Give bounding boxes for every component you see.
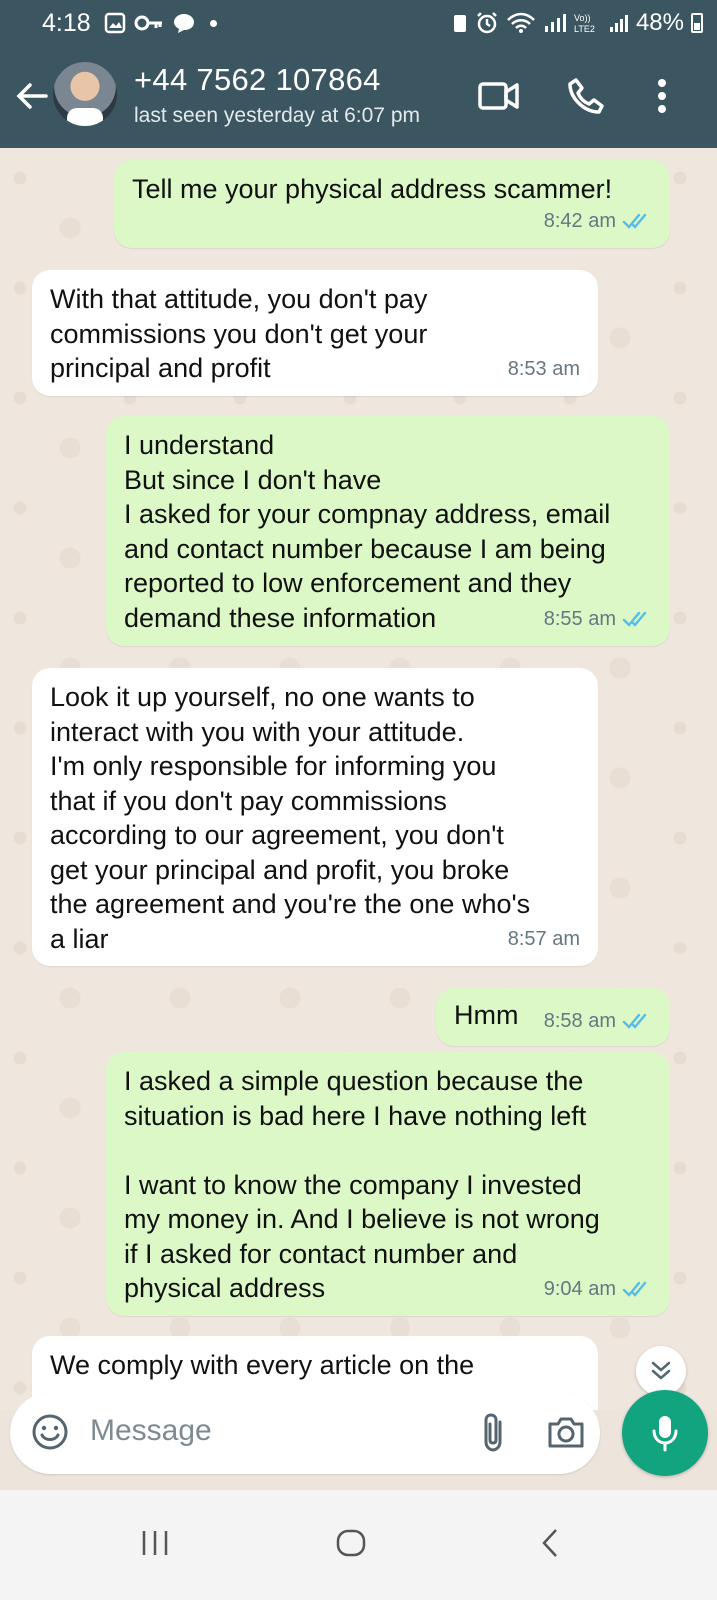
message-time: 8:42 am (543, 209, 616, 232)
more-notifications-dot (210, 19, 217, 27)
message-time: 8:57 am (507, 927, 580, 950)
attach-icon[interactable] (480, 1412, 508, 1454)
battery-saver-icon (453, 15, 466, 32)
incoming-message[interactable]: Look it up yourself, no one wants to int… (32, 668, 598, 966)
voice-message-button[interactable] (622, 1390, 708, 1476)
back-arrow-icon[interactable] (14, 78, 50, 114)
phone-icon[interactable] (566, 76, 606, 116)
outgoing-message[interactable]: I asked a simple question because the si… (106, 1052, 670, 1316)
recent-apps-icon[interactable] (140, 1528, 170, 1558)
message-time: 8:58 am (543, 1009, 616, 1032)
message-text: With that attitude, you don't pay commis… (50, 284, 428, 383)
chat-messages[interactable]: Tell me your physical address scammer! 8… (0, 148, 717, 1410)
double-check-icon (622, 1013, 647, 1029)
svg-text:LTE2: LTE2 (574, 24, 595, 34)
home-icon[interactable] (336, 1528, 366, 1558)
double-check-icon (622, 611, 647, 627)
mic-icon (652, 1416, 678, 1452)
double-chevron-down-icon (651, 1361, 671, 1380)
status-time: 4:18 (42, 9, 91, 37)
contact-name[interactable]: +44 7562 107864 (134, 62, 381, 98)
back-icon[interactable] (536, 1528, 566, 1558)
key-icon (134, 15, 162, 31)
double-check-icon (622, 1281, 647, 1297)
wifi-icon (507, 12, 535, 33)
emoji-icon[interactable] (30, 1412, 70, 1452)
svg-text:Vo)): Vo)) (574, 13, 591, 23)
signal-icon (544, 14, 566, 32)
video-call-icon[interactable] (478, 76, 520, 116)
message-composer[interactable]: Message (10, 1392, 600, 1474)
volte-icon: Vo))LTE2 (574, 13, 595, 34)
message-text: Look it up yourself, no one wants to int… (50, 682, 531, 954)
system-navigation-bar (0, 1490, 717, 1600)
last-seen-status: last seen yesterday at 6:07 pm (134, 104, 420, 127)
avatar[interactable] (53, 62, 117, 126)
chat-header: +44 7562 107864 last seen yesterday at 6… (0, 48, 717, 148)
outgoing-message[interactable]: Hmm 8:58 am (436, 988, 670, 1046)
message-text: We comply with every article on the (50, 1350, 475, 1380)
message-text: I asked a simple question because the si… (124, 1066, 600, 1303)
double-check-icon (622, 213, 647, 229)
scroll-to-bottom-button[interactable] (636, 1346, 686, 1396)
message-time: 8:55 am (543, 607, 616, 630)
status-bar: 4:18 Vo)) LTE2 48% (0, 0, 717, 48)
more-vert-icon[interactable] (652, 76, 672, 116)
message-input[interactable]: Message (90, 1414, 212, 1448)
outgoing-message[interactable]: Tell me your physical address scammer! 8… (114, 160, 670, 248)
message-text: Tell me your physical address scammer! (132, 174, 613, 204)
battery-percent: 48% (635, 9, 684, 36)
incoming-message[interactable]: With that attitude, you don't pay commis… (32, 270, 598, 396)
battery-icon (691, 13, 703, 33)
signal-2-icon (609, 15, 628, 32)
chat-notification-icon (174, 14, 194, 33)
message-time: 9:04 am (543, 1277, 616, 1300)
gallery-notification-icon (104, 12, 126, 34)
alarm-icon (477, 12, 497, 34)
camera-icon[interactable] (546, 1414, 586, 1450)
message-time: 8:53 am (507, 357, 580, 380)
outgoing-message[interactable]: I understand But since I don't have I as… (106, 416, 670, 646)
